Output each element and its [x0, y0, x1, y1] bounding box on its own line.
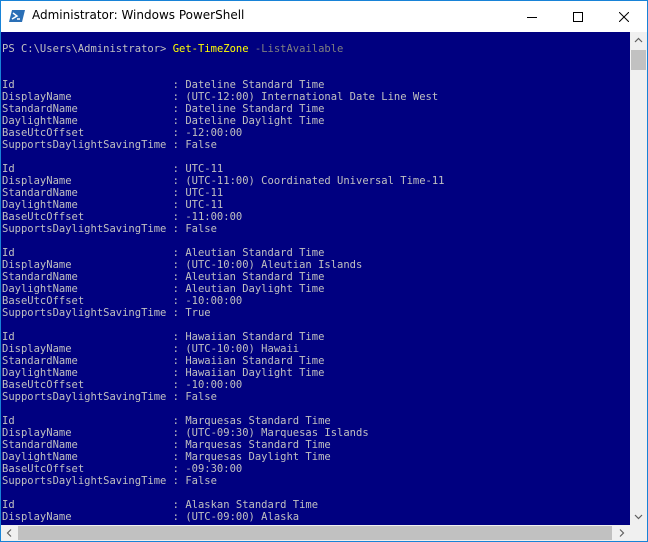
output-line: StandardName : UTC-11 — [2, 187, 224, 199]
scroll-right-icon[interactable] — [613, 525, 630, 541]
powershell-icon — [9, 8, 25, 24]
output-line: DisplayName : (UTC-10:00) Hawaii — [2, 343, 300, 355]
output-line: Id : Marquesas Standard Time — [2, 415, 331, 427]
close-icon — [619, 11, 629, 22]
parameter-text: -ListAvailable — [248, 43, 344, 55]
vertical-scroll-thumb[interactable] — [631, 50, 646, 70]
prompt-text: PS C:\Users\Administrator> — [2, 43, 173, 55]
title-bar[interactable]: Administrator: Windows PowerShell — [1, 1, 647, 32]
scroll-up-icon[interactable] — [630, 32, 647, 49]
output-line: StandardName : Marquesas Standard Time — [2, 439, 331, 451]
console-output[interactable]: PS C:\Users\Administrator> Get-TimeZone … — [1, 32, 630, 525]
scroll-down-icon[interactable] — [630, 508, 647, 525]
output-line: BaseUtcOffset : -09:30:00 — [2, 463, 243, 475]
output-line: DaylightName : Hawaiian Daylight Time — [2, 367, 325, 379]
horizontal-scroll-thumb[interactable] — [18, 526, 612, 540]
output-line: StandardName : Dateline Standard Time — [2, 103, 325, 115]
output-line: Id : Dateline Standard Time — [2, 79, 325, 91]
scrollbar-corner — [630, 525, 647, 541]
output-line: DaylightName : UTC-11 — [2, 199, 224, 211]
output-line: SupportsDaylightSavingTime : False — [2, 391, 217, 403]
output-line: SupportsDaylightSavingTime : True — [2, 307, 211, 319]
output-line: BaseUtcOffset : -12:00:00 — [2, 127, 243, 139]
output-line: DaylightName : Marquesas Daylight Time — [2, 451, 331, 463]
output-line: Id : Aleutian Standard Time — [2, 247, 325, 259]
prompt-line: PS C:\Users\Administrator> Get-TimeZone … — [2, 43, 343, 55]
horizontal-scrollbar[interactable] — [1, 525, 630, 541]
minimize-icon — [527, 16, 537, 18]
output-line: SupportsDaylightSavingTime : False — [2, 139, 217, 151]
output-line: SupportsDaylightSavingTime : False — [2, 223, 217, 235]
output-line: StandardName : Aleutian Standard Time — [2, 271, 325, 283]
output-line: Id : Hawaiian Standard Time — [2, 331, 325, 343]
output-line: DisplayName : (UTC-09:00) Alaska — [2, 511, 300, 523]
output-line: SupportsDaylightSavingTime : False — [2, 475, 217, 487]
vertical-scrollbar[interactable] — [630, 32, 647, 525]
output-line: BaseUtcOffset : -11:00:00 — [2, 211, 243, 223]
command-text: Get-TimeZone — [172, 43, 249, 55]
output-line: StandardName : Hawaiian Standard Time — [2, 355, 325, 367]
output-line: DaylightName : Aleutian Daylight Time — [2, 283, 325, 295]
maximize-button[interactable] — [555, 1, 601, 32]
window-title: Administrator: Windows PowerShell — [32, 8, 245, 22]
powershell-window: Administrator: Windows PowerShell PS C:\… — [0, 0, 648, 542]
scroll-left-icon[interactable] — [1, 525, 18, 541]
minimize-button[interactable] — [509, 1, 555, 32]
maximize-icon — [573, 11, 583, 22]
output-line: DisplayName : (UTC-10:00) Aleutian Islan… — [2, 259, 363, 271]
close-button[interactable] — [601, 1, 647, 32]
output-line: DaylightName : Dateline Daylight Time — [2, 115, 325, 127]
output-line: DisplayName : (UTC-09:30) Marquesas Isla… — [2, 427, 369, 439]
output-line: DisplayName : (UTC-12:00) International … — [2, 91, 439, 103]
output-line: Id : UTC-11 — [2, 163, 224, 175]
output-line: BaseUtcOffset : -10:00:00 — [2, 379, 243, 391]
output-line: DisplayName : (UTC-11:00) Coordinated Un… — [2, 175, 445, 187]
output-line: BaseUtcOffset : -10:00:00 — [2, 295, 243, 307]
output-line: Id : Alaskan Standard Time — [2, 499, 319, 511]
